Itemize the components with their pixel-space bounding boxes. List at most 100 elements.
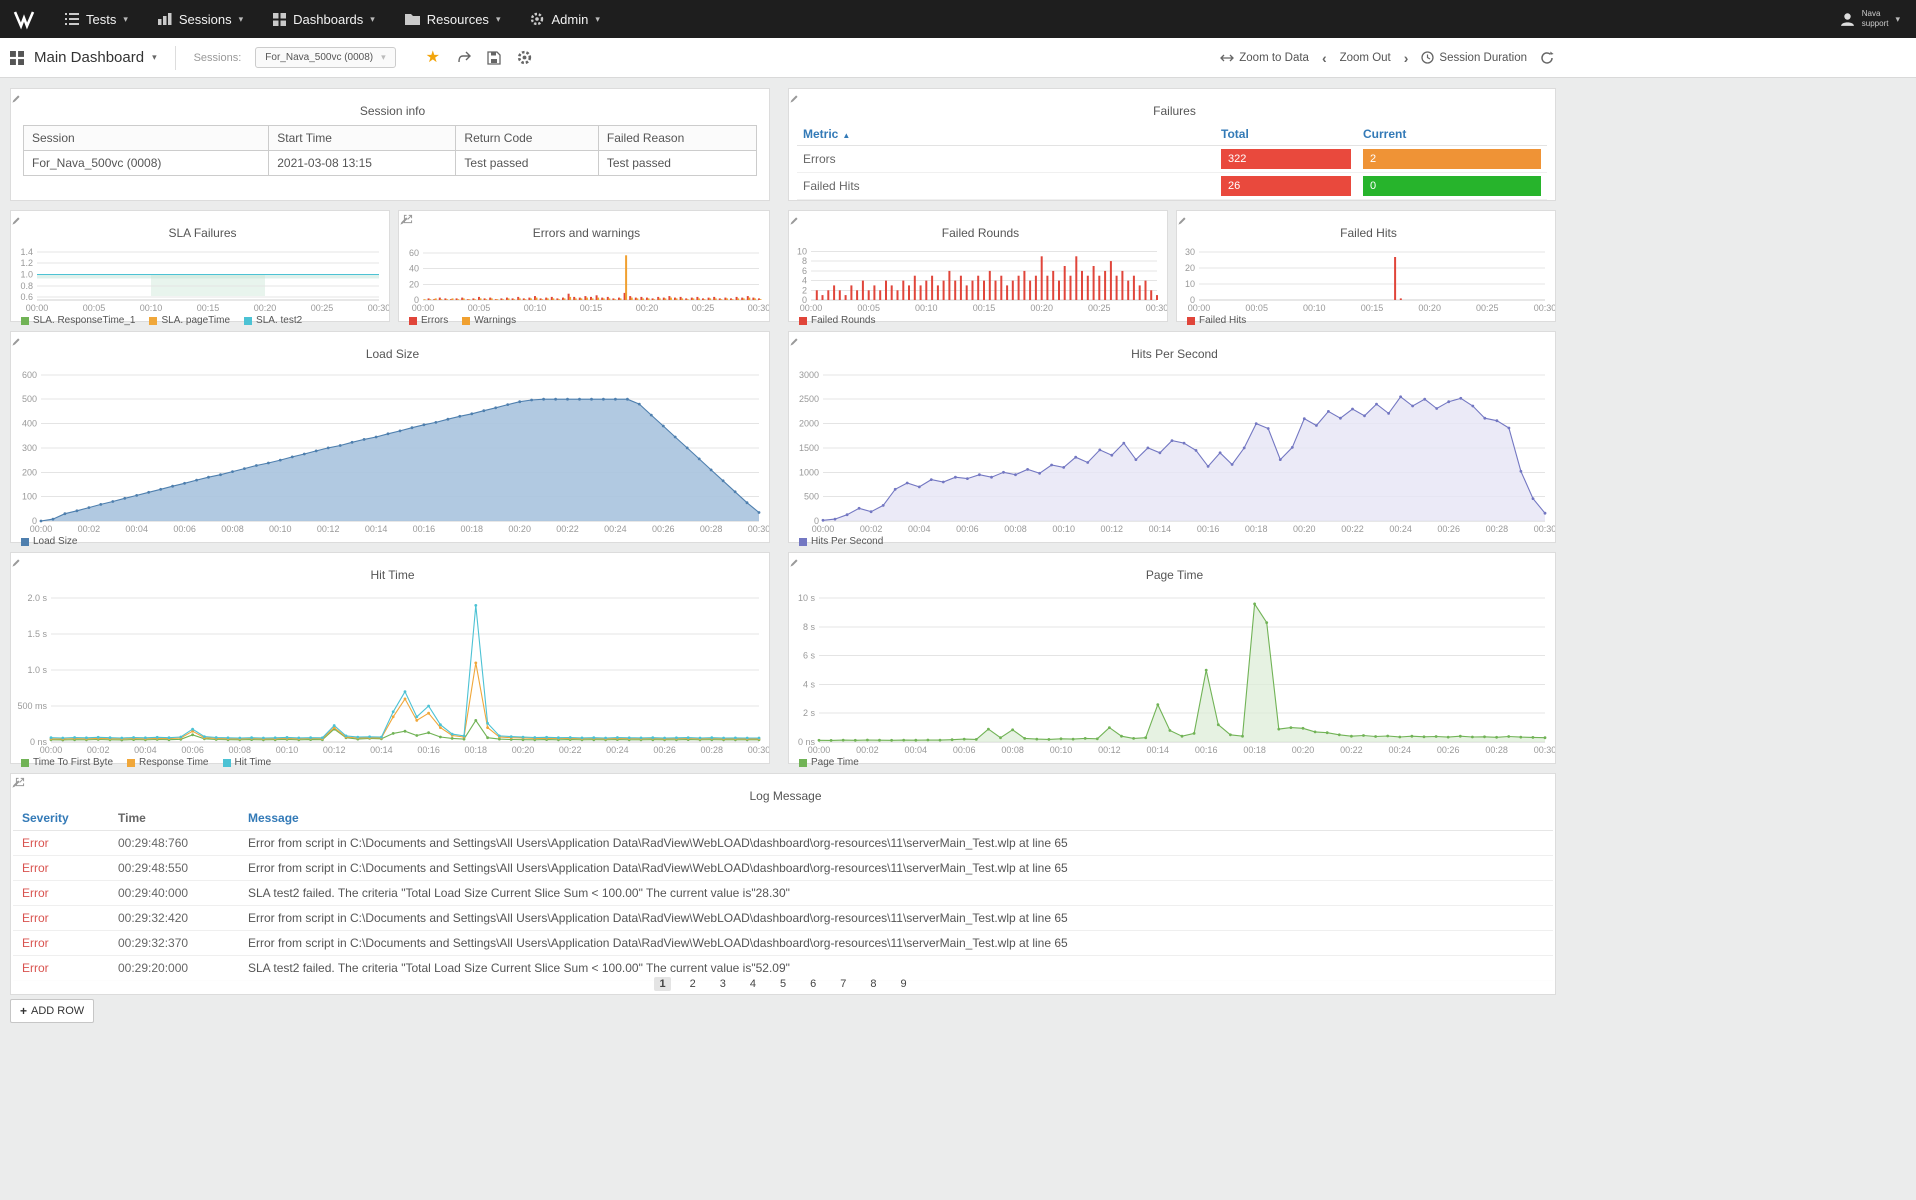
svg-text:00:10: 00:10 [276,745,299,755]
legend-item: SLA. test2 [244,315,302,326]
edit-icon[interactable] [789,216,1167,226]
session-duration-button[interactable]: Session Duration [1421,51,1527,64]
svg-text:00:02: 00:02 [87,745,110,755]
svg-text:60: 60 [409,248,419,258]
failures-col-metric[interactable]: Metric▲ [797,123,1215,146]
svg-text:00:30: 00:30 [1534,745,1555,755]
settings-gear-icon[interactable] [517,50,532,65]
hits-per-second-legend: Hits Per Second [789,534,1555,547]
app-logo[interactable] [0,8,50,30]
total-bar: 322 [1221,149,1351,169]
svg-text:00:04: 00:04 [125,524,148,534]
svg-text:00:20: 00:20 [1292,745,1315,755]
failures-col-total[interactable]: Total [1215,123,1357,146]
edit-icon[interactable] [11,779,1555,789]
svg-text:00:00: 00:00 [808,745,831,755]
edit-icon[interactable] [399,216,769,226]
chevron-down-icon: ▾ [1895,14,1900,25]
user-menu[interactable]: Nava support ▾ [1840,9,1900,29]
svg-text:00:05: 00:05 [857,303,880,313]
svg-text:4: 4 [802,276,807,286]
page-number[interactable]: 7 [835,977,851,991]
svg-text:00:08: 00:08 [229,745,252,755]
svg-text:1.2: 1.2 [20,258,33,268]
session-selector[interactable]: For_Nava_500vc (0008) ▾ [255,47,395,68]
panel-log-message: Log Message Severity Time Message Error0… [10,773,1556,995]
svg-text:10 s: 10 s [798,593,816,603]
edit-icon[interactable] [11,558,769,568]
log-row[interactable]: Error00:29:40:000SLA test2 failed. The c… [13,881,1553,906]
share-icon[interactable] [456,51,471,64]
svg-text:00:00: 00:00 [812,524,835,534]
panel-session-info: Session info SessionStart TimeReturn Cod… [10,88,770,201]
nav-sessions[interactable]: Sessions ▾ [143,0,258,38]
log-col-message[interactable]: Message [239,806,1553,831]
page-number[interactable]: 2 [685,977,701,991]
svg-text:00:16: 00:16 [417,745,440,755]
edit-icon[interactable] [789,558,1555,568]
edit-icon[interactable] [1177,216,1555,226]
nav-resources[interactable]: Resources ▾ [390,0,516,38]
svg-text:1000: 1000 [799,467,819,477]
zoom-right-chevron[interactable]: › [1404,50,1409,66]
save-icon[interactable] [487,51,501,65]
chevron-down-icon: ▾ [239,14,244,25]
nav-tests[interactable]: Tests ▾ [50,0,143,38]
panel-load-size: Load Size 010020030040050060000:0000:020… [10,331,770,543]
dashboard-content: Session info SessionStart TimeReturn Cod… [0,78,1566,1033]
nav-admin[interactable]: Admin ▾ [515,0,614,38]
svg-text:00:20: 00:20 [1418,303,1441,313]
expand-icon[interactable] [403,214,413,224]
nav-resources-label: Resources [427,12,489,27]
page-number[interactable]: 5 [775,977,791,991]
edit-icon[interactable] [11,94,769,104]
zoom-to-data-button[interactable]: Zoom to Data [1220,52,1309,64]
svg-text:3000: 3000 [799,370,819,380]
log-col-time[interactable]: Time [109,806,239,831]
failed-hits-legend: Failed Hits [1177,313,1555,326]
failures-col-current[interactable]: Current [1357,123,1547,146]
page-number[interactable]: 1 [654,977,670,991]
zoom-out-button[interactable]: Zoom Out [1340,52,1391,64]
session-selector-value: For_Nava_500vc (0008) [265,52,373,63]
page-number[interactable]: 3 [715,977,731,991]
page-number[interactable]: 6 [805,977,821,991]
dashboard-title-caret[interactable]: ▾ [152,52,157,63]
svg-text:00:16: 00:16 [1197,524,1220,534]
log-col-severity[interactable]: Severity [13,806,109,831]
page-number[interactable]: 8 [865,977,881,991]
svg-text:00:30: 00:30 [1146,303,1167,313]
log-row[interactable]: Error00:29:48:550Error from script in C:… [13,856,1553,881]
refresh-button[interactable] [1540,51,1554,65]
add-row-button[interactable]: + ADD ROW [10,999,94,1023]
svg-text:00:20: 00:20 [1293,524,1316,534]
log-row[interactable]: Error00:29:32:370Error from script in C:… [13,931,1553,956]
zoom-left-chevron[interactable]: ‹ [1322,50,1327,66]
favorite-star-icon[interactable]: ★ [426,50,440,66]
panel-sla-failures: SLA Failures 0.60.81.01.21.400:0000:0500… [10,210,390,322]
edit-icon[interactable] [789,94,1555,104]
nav-dashboards[interactable]: Dashboards ▾ [258,0,390,38]
svg-text:00:15: 00:15 [1361,303,1384,313]
legend-item: SLA. ResponseTime_1 [21,315,135,326]
dashboard-toolbar: Main Dashboard ▾ Sessions: For_Nava_500v… [0,38,1916,78]
svg-text:00:04: 00:04 [905,745,928,755]
svg-text:00:25: 00:25 [1088,303,1111,313]
svg-text:00:22: 00:22 [1341,524,1364,534]
svg-text:500 ms: 500 ms [17,701,47,711]
edit-icon[interactable] [789,337,1555,347]
expand-icon[interactable] [15,777,25,787]
edit-icon[interactable] [11,337,769,347]
page-number[interactable]: 9 [895,977,911,991]
svg-text:00:20: 00:20 [636,303,659,313]
log-row[interactable]: Error00:29:32:420Error from script in C:… [13,906,1553,931]
svg-text:00:08: 00:08 [1004,524,1027,534]
svg-text:00:05: 00:05 [468,303,491,313]
log-table: Severity Time Message Error00:29:48:760E… [13,806,1553,986]
svg-text:00:28: 00:28 [700,524,723,534]
page-number[interactable]: 4 [745,977,761,991]
svg-text:00:12: 00:12 [323,745,346,755]
edit-icon[interactable] [11,216,389,226]
svg-text:00:28: 00:28 [701,745,724,755]
log-row[interactable]: Error00:29:48:760Error from script in C:… [13,831,1553,856]
